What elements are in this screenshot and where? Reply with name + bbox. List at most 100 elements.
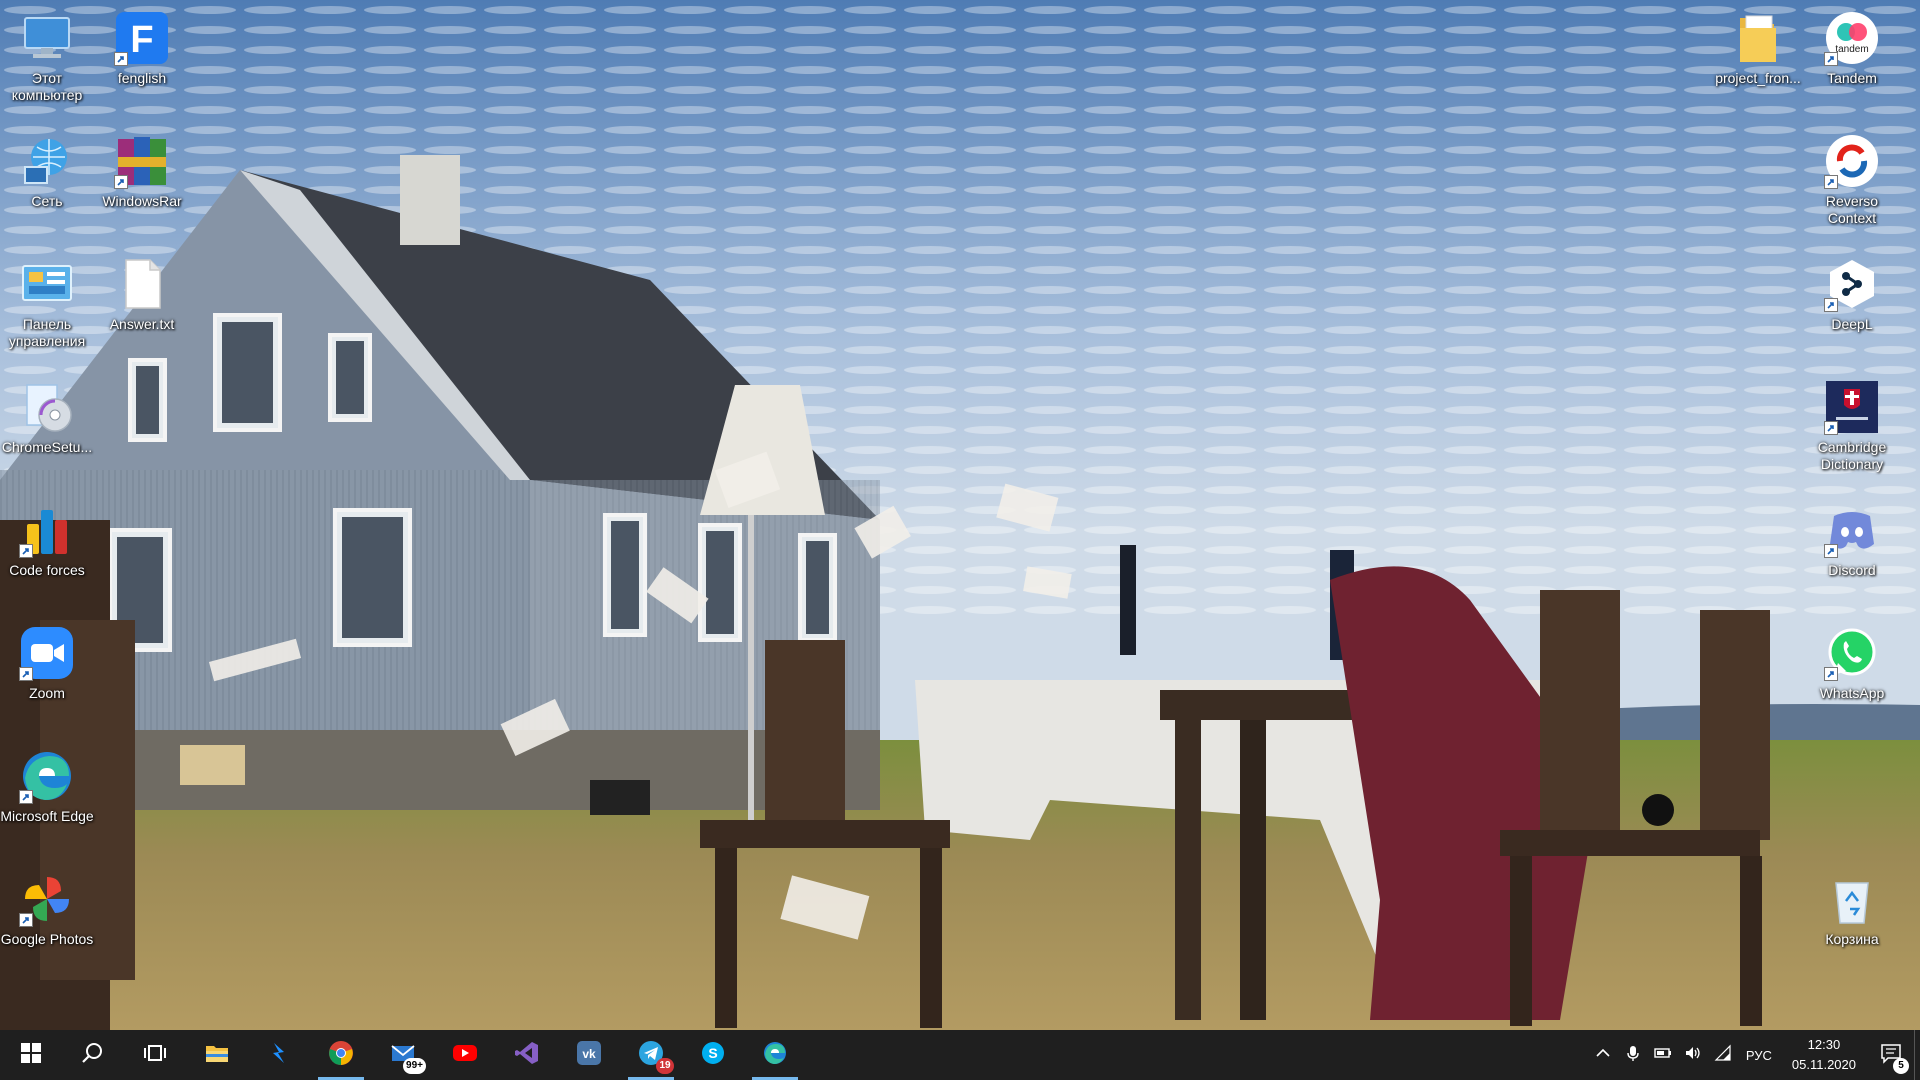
winrar-books-icon (114, 133, 170, 189)
desktop-icon-whatsapp[interactable]: WhatsApp (1806, 617, 1898, 727)
task-view-icon (142, 1040, 168, 1071)
task-view-button[interactable] (124, 1030, 186, 1080)
taskbar: 99+ vk 19 S РУС 12:30 05.11.2020 5 (0, 1030, 1920, 1080)
zoom-camera-icon (19, 625, 75, 681)
desktop-icon-edge[interactable]: Microsoft Edge (0, 740, 94, 850)
shortcut-arrow-icon (19, 667, 33, 681)
network-globe-icon (19, 133, 75, 189)
shortcut-arrow-icon (1824, 175, 1838, 189)
desktop-icon-zoom[interactable]: Zoom (1, 617, 93, 727)
desktop-icon-answer-txt[interactable]: Answer.txt (96, 248, 188, 358)
desktop-icon-label: Этот компьютер (11, 70, 83, 103)
clock-time: 12:30 (1807, 1037, 1841, 1052)
desktop-icon-label: DeepL (1831, 316, 1873, 332)
taskbar-telegram[interactable]: 19 (620, 1030, 682, 1080)
desktop-icon-control-panel[interactable]: Панель управления (1, 248, 93, 358)
telegram-unread-badge: 19 (656, 1058, 674, 1074)
desktop-icon-label: Answer.txt (109, 316, 175, 332)
tray-volume[interactable] (1678, 1030, 1708, 1080)
shortcut-arrow-icon (19, 790, 33, 804)
tray-microphone[interactable] (1618, 1030, 1648, 1080)
desktop-icon-recycle-bin[interactable]: Корзина (1806, 863, 1898, 973)
system-tray: РУС 12:30 05.11.2020 5 (1588, 1030, 1920, 1080)
taskbar-chrome[interactable] (310, 1030, 372, 1080)
folder-icon (204, 1040, 230, 1071)
desktop-icon-tandem[interactable]: tandem Tandem (1806, 2, 1898, 112)
discord-icon (1824, 502, 1880, 558)
desktop-icon-network[interactable]: Сеть (1, 125, 93, 235)
wifi-icon (1714, 1044, 1732, 1067)
cambridge-dictionary-icon (1824, 379, 1880, 435)
control-panel-icon (19, 256, 75, 312)
youtube-icon (452, 1040, 478, 1071)
windows-start-icon (18, 1040, 44, 1071)
desktop-icon-google-photos[interactable]: Google Photos (1, 863, 93, 973)
desktop-icon-label: Сеть (31, 193, 63, 209)
fenglish-app-icon: F (114, 10, 170, 66)
shortcut-arrow-icon (114, 175, 128, 189)
tray-battery[interactable] (1648, 1030, 1678, 1080)
desktop-icon-discord[interactable]: Discord (1806, 494, 1898, 604)
edge-browser-icon (19, 748, 75, 804)
desktop-icon-label: WhatsApp (1819, 685, 1885, 701)
taskbar-vk[interactable]: vk (558, 1030, 620, 1080)
show-desktop-button[interactable] (1914, 1030, 1920, 1080)
tray-network[interactable] (1708, 1030, 1738, 1080)
tray-overflow-button[interactable] (1588, 1030, 1618, 1080)
desktop-icon-label: Cambridge Dictionary (1817, 439, 1887, 472)
desktop-icon-label: Tandem (1827, 70, 1877, 86)
shortcut-arrow-icon (19, 544, 33, 558)
taskbar-mail[interactable]: 99+ (372, 1030, 434, 1080)
taskbar-bolt-app[interactable] (248, 1030, 310, 1080)
battery-icon (1654, 1044, 1672, 1067)
mail-unread-badge: 99+ (403, 1058, 426, 1074)
taskbar-edge[interactable] (744, 1030, 806, 1080)
whatsapp-icon (1824, 625, 1880, 681)
desktop-icon-label: WindowsRar (102, 193, 182, 209)
taskbar-skype[interactable]: S (682, 1030, 744, 1080)
desktop-icon-chrome-setup[interactable]: ChromeSetu... (1, 371, 93, 481)
shortcut-arrow-icon (114, 52, 128, 66)
desktop-icon-label: Zoom (29, 685, 65, 701)
desktop-icon-label: Корзина (1825, 931, 1879, 947)
desktop-icon-winrar[interactable]: WindowsRar (96, 125, 188, 235)
desktop-icon-project-front[interactable]: project_fron... (1712, 2, 1804, 112)
svg-text:F: F (130, 19, 153, 61)
shortcut-arrow-icon (1824, 667, 1838, 681)
desktop-icon-this-pc[interactable]: Этот компьютер (1, 2, 93, 112)
tandem-app-icon: tandem (1824, 10, 1880, 66)
desktop-icon-label: Google Photos (0, 931, 94, 947)
search-button[interactable] (62, 1030, 124, 1080)
svg-text:S: S (708, 1045, 717, 1061)
desktop-icon-deepl[interactable]: DeepL (1806, 248, 1898, 358)
taskbar-file-explorer[interactable] (186, 1030, 248, 1080)
text-file-icon (114, 256, 170, 312)
shortcut-arrow-icon (1824, 421, 1838, 435)
deepl-icon (1824, 256, 1880, 312)
notification-count-badge: 5 (1893, 1058, 1909, 1074)
shortcut-arrow-icon (1824, 298, 1838, 312)
desktop-icon-reverso[interactable]: Reverso Context (1806, 125, 1898, 235)
start-button[interactable] (0, 1030, 62, 1080)
skype-icon: S (700, 1040, 726, 1071)
desktop-wallpaper (0, 0, 1920, 1030)
search-icon (80, 1040, 106, 1071)
tray-clock[interactable]: 12:30 05.11.2020 (1780, 1035, 1868, 1075)
taskbar-visual-studio[interactable] (496, 1030, 558, 1080)
desktop-icon-fenglish[interactable]: F fenglish (96, 2, 188, 112)
tray-language[interactable]: РУС (1738, 1030, 1780, 1080)
desktop-icon-label: Reverso Context (1825, 193, 1879, 226)
desktop-icon-cambridge[interactable]: Cambridge Dictionary (1806, 371, 1898, 481)
desktop-icon-codeforces[interactable]: Code forces (1, 494, 93, 604)
svg-text:tandem: tandem (1835, 44, 1868, 55)
edge-browser-icon (762, 1040, 788, 1071)
taskbar-youtube[interactable] (434, 1030, 496, 1080)
desktop-icon-label: project_fron... (1715, 70, 1801, 86)
chevron-up-icon (1594, 1044, 1612, 1067)
folder-icon (1730, 10, 1786, 66)
shortcut-arrow-icon (19, 913, 33, 927)
shortcut-arrow-icon (1824, 52, 1838, 66)
shortcut-arrow-icon (1824, 544, 1838, 558)
action-center-button[interactable]: 5 (1868, 1030, 1914, 1080)
svg-text:vk: vk (582, 1047, 596, 1061)
